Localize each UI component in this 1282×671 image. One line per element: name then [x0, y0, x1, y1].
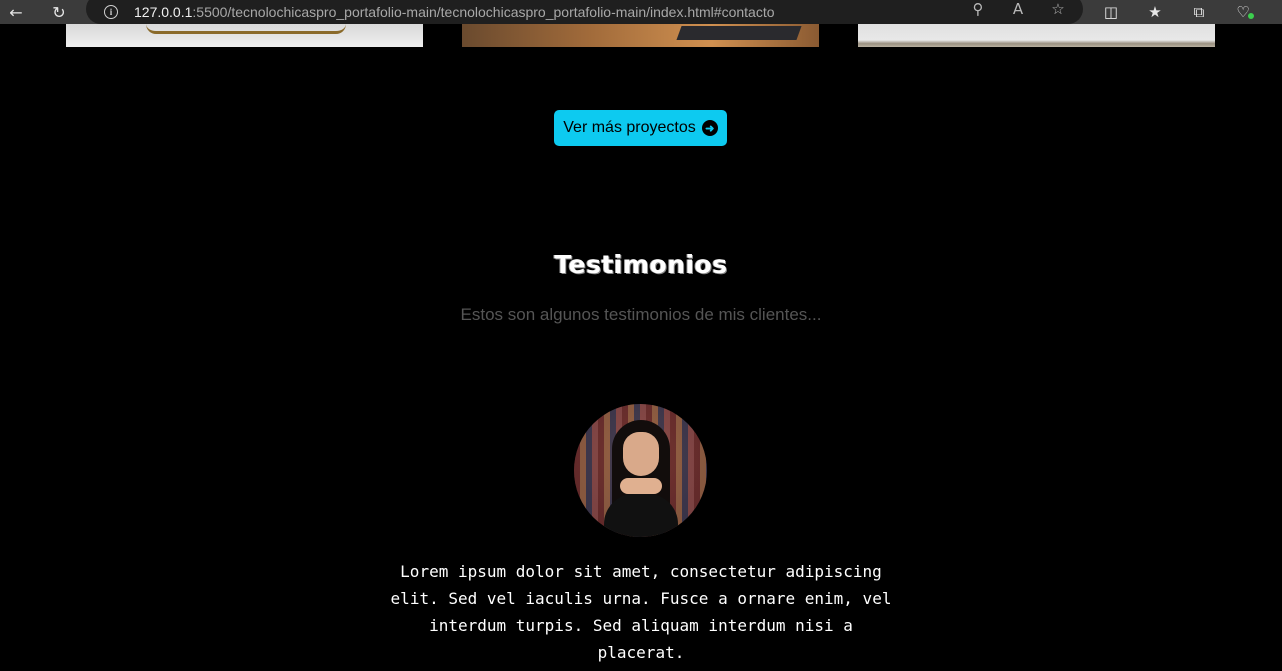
split-screen-icon[interactable]: ◫	[1100, 3, 1122, 21]
favorite-star-icon[interactable]: ☆	[1049, 0, 1067, 18]
avatar-hands	[620, 478, 662, 494]
plate-shape	[146, 24, 346, 34]
url-host: 127.0.0.1	[134, 4, 193, 20]
browser-essentials-icon[interactable]: ♡	[1232, 3, 1254, 21]
address-bar[interactable]: i 127.0.0.1:5500/tecnolochicaspro_portaf…	[86, 0, 1083, 24]
avatar-face	[623, 432, 659, 476]
more-projects-label: Ver más proyectos	[563, 119, 696, 136]
project-image-3[interactable]	[858, 24, 1215, 47]
info-icon[interactable]: i	[104, 5, 118, 19]
more-projects-button[interactable]: Ver más proyectos ➜	[554, 110, 727, 146]
testimonials-title: Testimonios	[554, 250, 728, 279]
read-aloud-icon[interactable]: A	[1009, 0, 1027, 18]
zoom-out-icon[interactable]: ⚲	[969, 0, 987, 18]
testimonials-subtitle: Estos son algunos testimonios de mis cli…	[460, 305, 822, 324]
arrow-right-circle-icon: ➜	[701, 120, 718, 136]
browser-toolbar: ← ↻ i 127.0.0.1:5500/tecnolochicaspro_po…	[0, 0, 1282, 24]
avatar-body	[604, 494, 678, 537]
reload-icon[interactable]: ↻	[45, 0, 73, 24]
testimonial-avatar	[574, 404, 707, 537]
collections-icon[interactable]: ⧉	[1188, 3, 1210, 21]
project-image-1[interactable]	[66, 24, 423, 47]
url-path: :5500/tecnolochicaspro_portafolio-main/t…	[192, 4, 775, 20]
url-text[interactable]: 127.0.0.1:5500/tecnolochicaspro_portafol…	[134, 4, 775, 20]
testimonial-text: Lorem ipsum dolor sit amet, consectetur …	[390, 562, 892, 662]
laptop-shape	[676, 26, 802, 40]
back-arrow-icon[interactable]: ←	[2, 0, 30, 24]
project-image-2[interactable]	[462, 24, 819, 47]
favorites-icon[interactable]: ★	[1144, 3, 1166, 21]
